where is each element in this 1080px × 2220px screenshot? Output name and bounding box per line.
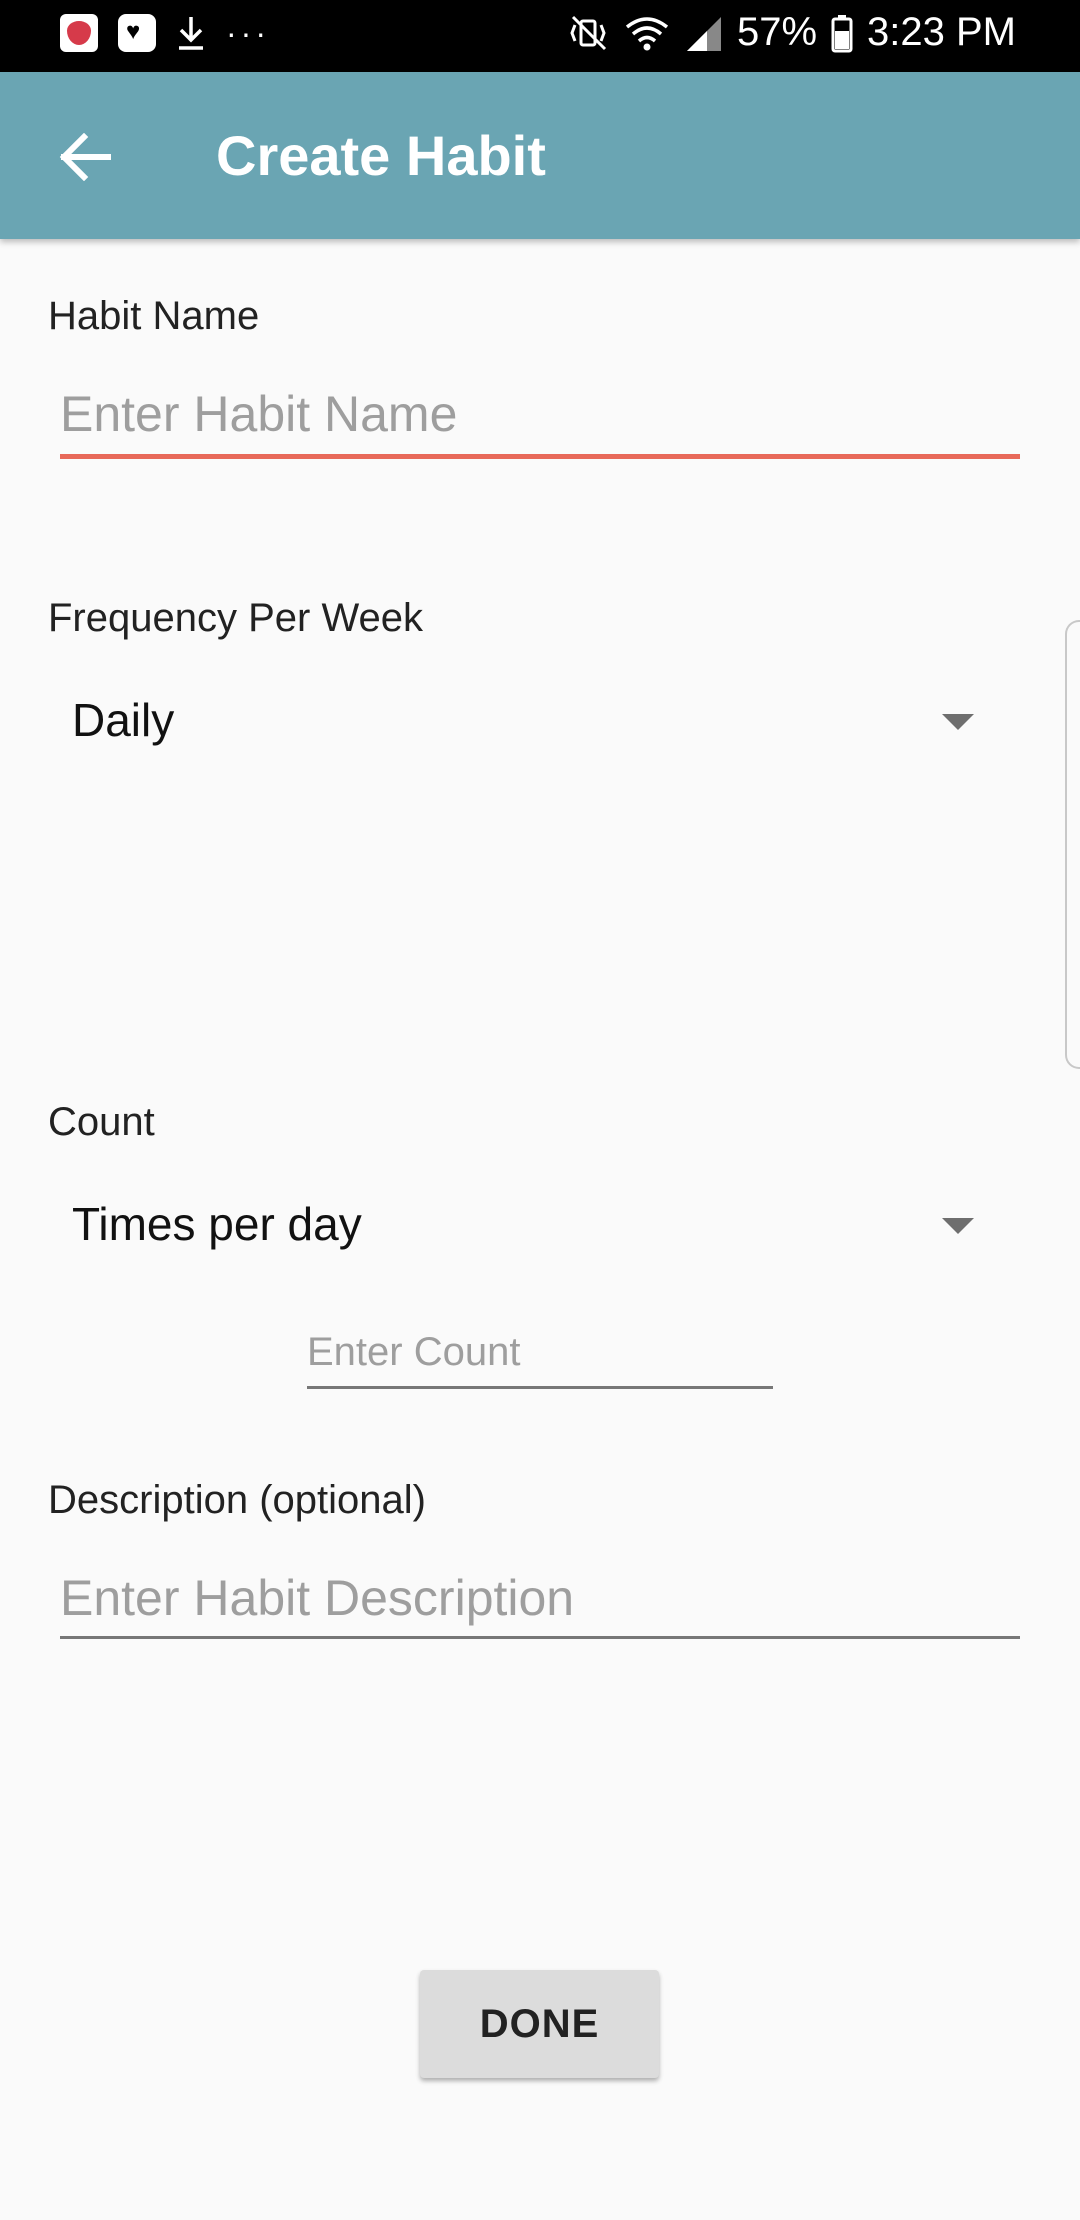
status-notifications: ···	[60, 14, 270, 52]
count-placeholder: Enter Count	[307, 1330, 521, 1374]
app-bar: Create Habit	[0, 72, 1080, 239]
habit-name-label: Habit Name	[48, 294, 260, 338]
back-button[interactable]	[50, 122, 120, 192]
habit-name-input[interactable]: Enter Habit Name	[60, 378, 1020, 462]
wifi-icon	[623, 13, 671, 53]
dropdown-arrow-icon	[942, 1218, 974, 1234]
edge-panel-handle[interactable]	[1065, 620, 1080, 1069]
dropdown-arrow-icon	[942, 714, 974, 730]
count-dropdown[interactable]: Times per day	[48, 1184, 988, 1264]
page-title: Create Habit	[216, 124, 546, 187]
frequency-selected: Daily	[72, 694, 175, 746]
back-arrow-icon	[59, 133, 111, 181]
heart-app-icon	[60, 14, 98, 52]
habit-name-placeholder: Enter Habit Name	[60, 386, 458, 442]
battery-icon	[831, 13, 853, 53]
habit-name-underline	[60, 454, 1020, 459]
description-input[interactable]: Enter Habit Description	[60, 1562, 1020, 1646]
more-dots-icon: ···	[226, 14, 270, 51]
signal-icon	[685, 13, 723, 53]
count-selected: Times per day	[72, 1198, 362, 1250]
heart-message-icon	[118, 14, 156, 52]
clock: 3:23 PM	[867, 10, 1016, 54]
count-underline	[307, 1386, 773, 1389]
description-underline	[60, 1636, 1020, 1639]
done-button[interactable]: DONE	[420, 1970, 659, 2078]
download-icon	[176, 15, 206, 51]
count-label: Count	[48, 1100, 155, 1144]
count-input[interactable]: Enter Count	[307, 1324, 773, 1390]
description-label: Description (optional)	[48, 1478, 426, 1522]
frequency-dropdown[interactable]: Daily	[48, 680, 988, 760]
description-placeholder: Enter Habit Description	[60, 1570, 575, 1626]
frequency-label: Frequency Per Week	[48, 596, 423, 640]
mute-vibrate-icon	[569, 13, 609, 53]
status-system: 57% 3:23 PM	[569, 10, 1016, 55]
status-bar: ··· 57% 3:23 PM	[0, 0, 1080, 72]
battery-percent: 57%	[736, 10, 818, 54]
